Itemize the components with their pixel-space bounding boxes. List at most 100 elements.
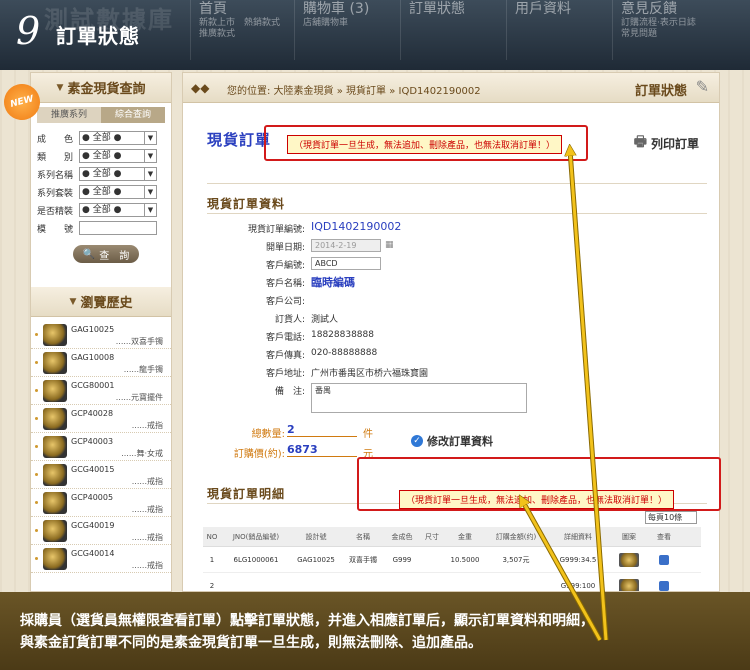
field-row: 現貨訂單編號: IQD1402190002: [207, 219, 707, 237]
field-row: 客戶公司:: [207, 291, 707, 309]
price-value: 6873: [287, 443, 357, 457]
product-thumbnail[interactable]: [43, 492, 67, 514]
history-item[interactable]: GCG40019 ......戒指: [31, 517, 171, 545]
product-thumbnail[interactable]: [43, 548, 67, 570]
history-item[interactable]: GCP40003 ......舞·女戒: [31, 433, 171, 461]
field-row: 客戶傳真: 020-88888888: [207, 345, 707, 363]
bullet-icon: [35, 333, 38, 336]
order-no-label: 現貨訂單編號:: [247, 225, 305, 235]
info-heading: 現貨訂單資料: [207, 197, 286, 211]
fax-value: 020-88888888: [311, 348, 378, 358]
filter-label: 模 號: [37, 224, 74, 235]
history-code: GAG10008: [71, 353, 115, 362]
table-cell: GAG10025: [297, 555, 335, 564]
caption: 採購員（選貨員無權限查看訂單）點擊訂單狀態，并進入相應訂單后，顯示訂單資料和明細…: [0, 592, 750, 670]
history-code: GCG40015: [71, 465, 115, 474]
table-cell: 6LG1000061: [233, 555, 279, 564]
left-sidebar: ▼ 素金現貨查詢 推廣系列 綜合查詢 成 色 ● 全部 ● ▼ 類 別 ● 全部 …: [30, 72, 172, 592]
caption-line-2: 與素金訂貨訂單不同的是素金現貨訂單一旦生成，則無法刪除、追加產品。: [20, 635, 482, 651]
bullet-icon: [35, 473, 38, 476]
triangle-down-icon: ▼: [56, 82, 64, 93]
qty-unit: 件: [363, 429, 373, 440]
bullet-icon: [35, 501, 38, 504]
history-item[interactable]: GCP40005 ......戒指: [31, 489, 171, 517]
nav-feedback[interactable]: 意見反饋 訂購流程·表示日誌 常見問題: [612, 0, 722, 60]
nav-user-info[interactable]: 用戶資料: [506, 0, 616, 60]
top-banner: 測試數據庫 9 訂單狀態 首頁 新款上市 熱銷款式 推廣款式 購物車 (3) 店…: [0, 0, 750, 70]
remark-textarea[interactable]: 番禺: [311, 383, 527, 413]
series-name-select[interactable]: ● 全部 ● ▼: [79, 167, 157, 181]
table-row: 1 6LG1000061 GAG10025 双喜手镯 G999 10.5000 3,507元…: [203, 547, 701, 573]
field-row: 客戶編號: ABCD: [207, 255, 707, 273]
per-page-select[interactable]: 每頁10條: [645, 511, 697, 524]
query-filters: 成 色 ● 全部 ● ▼ 類 別 ● 全部 ● ▼ 系列名稱 ● 全部 ● ▼ 系列套…: [37, 129, 165, 263]
bullet-icon: [35, 417, 38, 420]
modify-order-button[interactable]: ✓ 修改訂單資料: [411, 433, 493, 449]
product-thumbnail[interactable]: [43, 324, 67, 346]
view-cell: [649, 580, 679, 591]
step-number: 9: [16, 9, 41, 53]
view-icon[interactable]: [659, 580, 669, 591]
history-code: GCG80001: [71, 381, 115, 390]
filter-row: 系列套裝 ● 全部 ● ▼: [37, 183, 165, 201]
bullet-icon: [35, 557, 38, 560]
boxed-select[interactable]: ● 全部 ● ▼: [79, 203, 157, 217]
product-thumbnail[interactable]: [43, 464, 67, 486]
nav-order-status[interactable]: 訂單狀態: [400, 0, 510, 60]
product-image-cell: [609, 552, 649, 567]
column-header: 金重: [458, 532, 472, 541]
filter-label: 類 別: [37, 152, 74, 163]
screenshot-root: { "step": { "number": "9", "title": "訂單狀…: [0, 0, 750, 670]
field-row: 備 注: 番禺: [207, 381, 707, 413]
product-thumbnail[interactable]: [43, 380, 67, 402]
product-image[interactable]: [619, 552, 639, 567]
history-name: ......戒指: [131, 505, 163, 514]
product-thumbnail[interactable]: [43, 436, 67, 458]
nav-cart[interactable]: 購物車 (3) 店舖購物車: [294, 0, 404, 60]
table-cell: 3,507元: [502, 555, 530, 564]
series-set-select[interactable]: ● 全部 ● ▼: [79, 185, 157, 199]
cust-name-value: 臨時編碼: [311, 276, 355, 289]
cust-no-field[interactable]: ABCD: [311, 257, 381, 270]
tab-general-query[interactable]: 綜合查詢: [101, 107, 165, 123]
history-item[interactable]: GAG10025 ......双喜手镯: [31, 321, 171, 349]
table-cell: G999:100: [560, 581, 596, 590]
history-item[interactable]: GCG40015 ......戒指: [31, 461, 171, 489]
column-header: 金成色: [391, 532, 413, 541]
product-image[interactable]: [619, 578, 639, 591]
product-thumbnail[interactable]: [43, 520, 67, 542]
tab-promo-series[interactable]: 推廣系列: [37, 107, 101, 123]
purity-select[interactable]: ● 全部 ● ▼: [79, 131, 157, 145]
filter-row: 系列名稱 ● 全部 ● ▼: [37, 165, 165, 183]
print-order-button[interactable]: 🖶 列印訂單: [634, 131, 699, 155]
column-header: 名稱: [356, 532, 370, 541]
history-item[interactable]: GCG40014 ......戒指: [31, 545, 171, 573]
view-icon[interactable]: [659, 554, 669, 565]
table-body: 1 6LG1000061 GAG10025 双喜手镯 G999 10.5000 3,507元…: [203, 547, 701, 591]
model-input[interactable]: [79, 221, 157, 235]
bullet-icon: [35, 529, 38, 532]
category-select[interactable]: ● 全部 ● ▼: [79, 149, 157, 163]
nav-home[interactable]: 首頁 新款上市 熱銷款式 推廣款式: [190, 0, 300, 60]
history-name: ......戒指: [131, 533, 163, 542]
nav-arrows-icon[interactable]: ◆◆: [191, 81, 209, 95]
qty-label: 總數量:: [251, 429, 285, 440]
table-row: 2 G999:100: [203, 573, 701, 591]
query-tabs: 推廣系列 綜合查詢: [37, 107, 165, 123]
history-item[interactable]: GAG10008 ......龍手镯: [31, 349, 171, 377]
column-header: 訂購金額(约): [495, 532, 537, 541]
history-name: ......戒指: [131, 477, 163, 486]
chevron-down-icon: ▼: [144, 168, 156, 180]
bullet-icon: [35, 389, 38, 392]
history-item[interactable]: GCG80001 ......元寶擺件: [31, 377, 171, 405]
highlight-box: [264, 125, 588, 161]
chevron-down-icon: ▼: [144, 150, 156, 162]
search-button[interactable]: 🔍 查 詢: [73, 245, 139, 263]
chevron-down-icon: ▼: [144, 204, 156, 216]
date-field: 2014-2-19: [311, 239, 381, 252]
filter-row: 模 號: [37, 219, 165, 237]
triangle-down-icon: ▼: [69, 296, 77, 307]
product-thumbnail[interactable]: [43, 352, 67, 374]
product-thumbnail[interactable]: [43, 408, 67, 430]
history-item[interactable]: GCP40028 ......戒指: [31, 405, 171, 433]
